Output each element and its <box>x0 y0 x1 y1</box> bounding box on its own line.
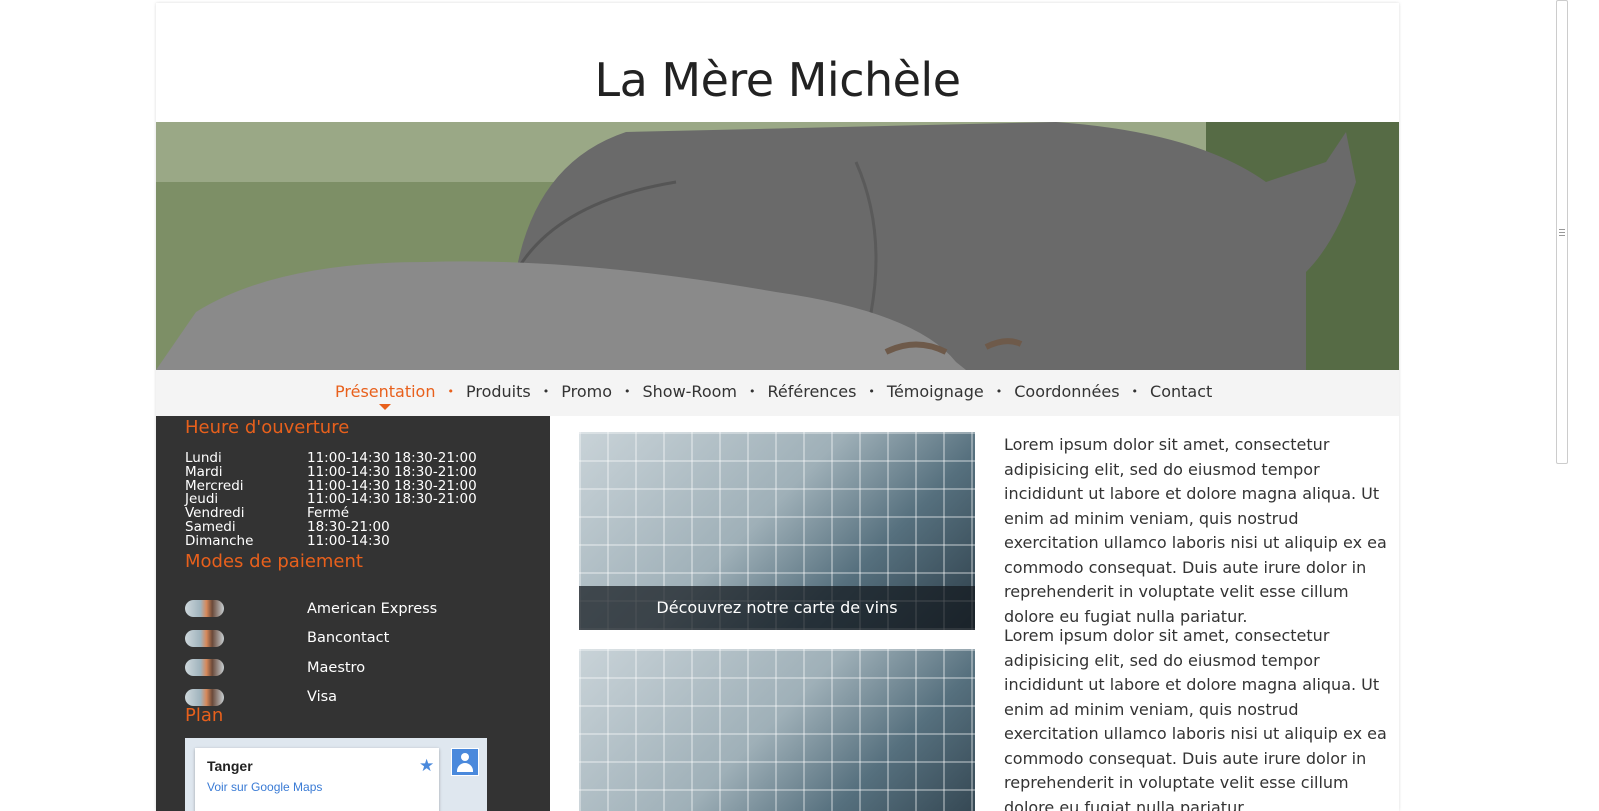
main-navigation: Présentation • Produits • Promo • Show-Room • Ré… <box>156 370 1399 416</box>
payment-heading: Modes de paiement <box>185 551 363 572</box>
opening-hours-list: Lundi 11:00-14:30 18:30-21:00 Mardi 11:00-1… <box>185 451 477 549</box>
nav-separator: • <box>1131 385 1139 398</box>
hours-heading: Heure d'ouverture <box>185 417 350 438</box>
swimmer-image <box>579 649 975 811</box>
nav-item[interactable]: Présentation <box>335 382 435 410</box>
payment-methods-list: American Express Bancontact Maestro Visa <box>185 594 437 712</box>
payment-thumbnail-icon <box>185 600 224 618</box>
promo-card-2[interactable] <box>579 649 975 811</box>
payment-method: Bancontact <box>185 624 437 654</box>
hours-day: Dimanche <box>185 532 254 549</box>
payment-thumbnail-icon <box>185 629 224 647</box>
hours-time: 11:00-14:30 <box>307 532 390 549</box>
site-title: La Mère Michèle <box>594 53 961 107</box>
nav-item[interactable]: Coordonnées <box>1014 382 1119 401</box>
sidebar: Heure d'ouverture Lundi 11:00-14:30 18:30… <box>156 416 550 811</box>
nav-item[interactable]: Contact <box>1150 382 1212 401</box>
view-on-google-maps-link[interactable]: Voir sur Google Maps <box>207 780 322 794</box>
plan-heading: Plan <box>185 705 224 726</box>
payment-method: American Express <box>185 594 437 624</box>
nav-separator: • <box>623 385 631 398</box>
map-info-card: Tanger Voir sur Google Maps ★ <box>195 748 439 811</box>
scrollbar-grip-icon <box>1559 229 1565 230</box>
body-paragraph: Lorem ipsum dolor sit amet, consectetur … <box>1004 435 1387 626</box>
nav-separator: • <box>868 385 875 398</box>
payment-label: Bancontact <box>307 630 390 647</box>
payment-label: Maestro <box>307 659 366 676</box>
nav-item[interactable]: Témoignage <box>887 382 984 401</box>
payment-label: American Express <box>307 600 438 617</box>
card-caption: Découvrez notre carte de vins <box>579 586 975 630</box>
map-city-name: Tanger <box>207 758 253 774</box>
hours-row: Dimanche 11:00-14:30 <box>185 532 477 549</box>
active-caret-icon <box>379 404 392 410</box>
body-paragraph: Lorem ipsum dolor sit amet, consectetur … <box>1004 626 1387 811</box>
payment-thumbnail-icon <box>185 688 224 706</box>
payment-thumbnail-icon <box>185 659 224 677</box>
nav-separator: • <box>542 385 550 398</box>
nav-separator: • <box>995 385 1003 398</box>
star-icon[interactable]: ★ <box>419 756 434 776</box>
nav-separator: • <box>447 385 454 398</box>
promo-card-wine[interactable]: Découvrez notre carte de vins <box>579 432 975 630</box>
scrollbar-thumb[interactable] <box>1556 0 1568 464</box>
payment-method: Maestro <box>185 653 437 683</box>
nav-item[interactable]: Références <box>768 382 857 401</box>
page-container: La Mère Michèle Présentation • Produits • Pr… <box>156 3 1399 811</box>
nav-item[interactable]: Produits <box>466 382 531 401</box>
hero-banner-image <box>156 122 1399 370</box>
google-map[interactable]: Tanger Voir sur Google Maps ★ <box>185 738 487 811</box>
nav-item[interactable]: Promo <box>561 382 612 401</box>
person-icon[interactable] <box>451 748 479 776</box>
payment-label: Visa <box>307 689 338 706</box>
nav-item[interactable]: Show-Room <box>642 382 737 401</box>
nav-separator: • <box>749 385 756 398</box>
